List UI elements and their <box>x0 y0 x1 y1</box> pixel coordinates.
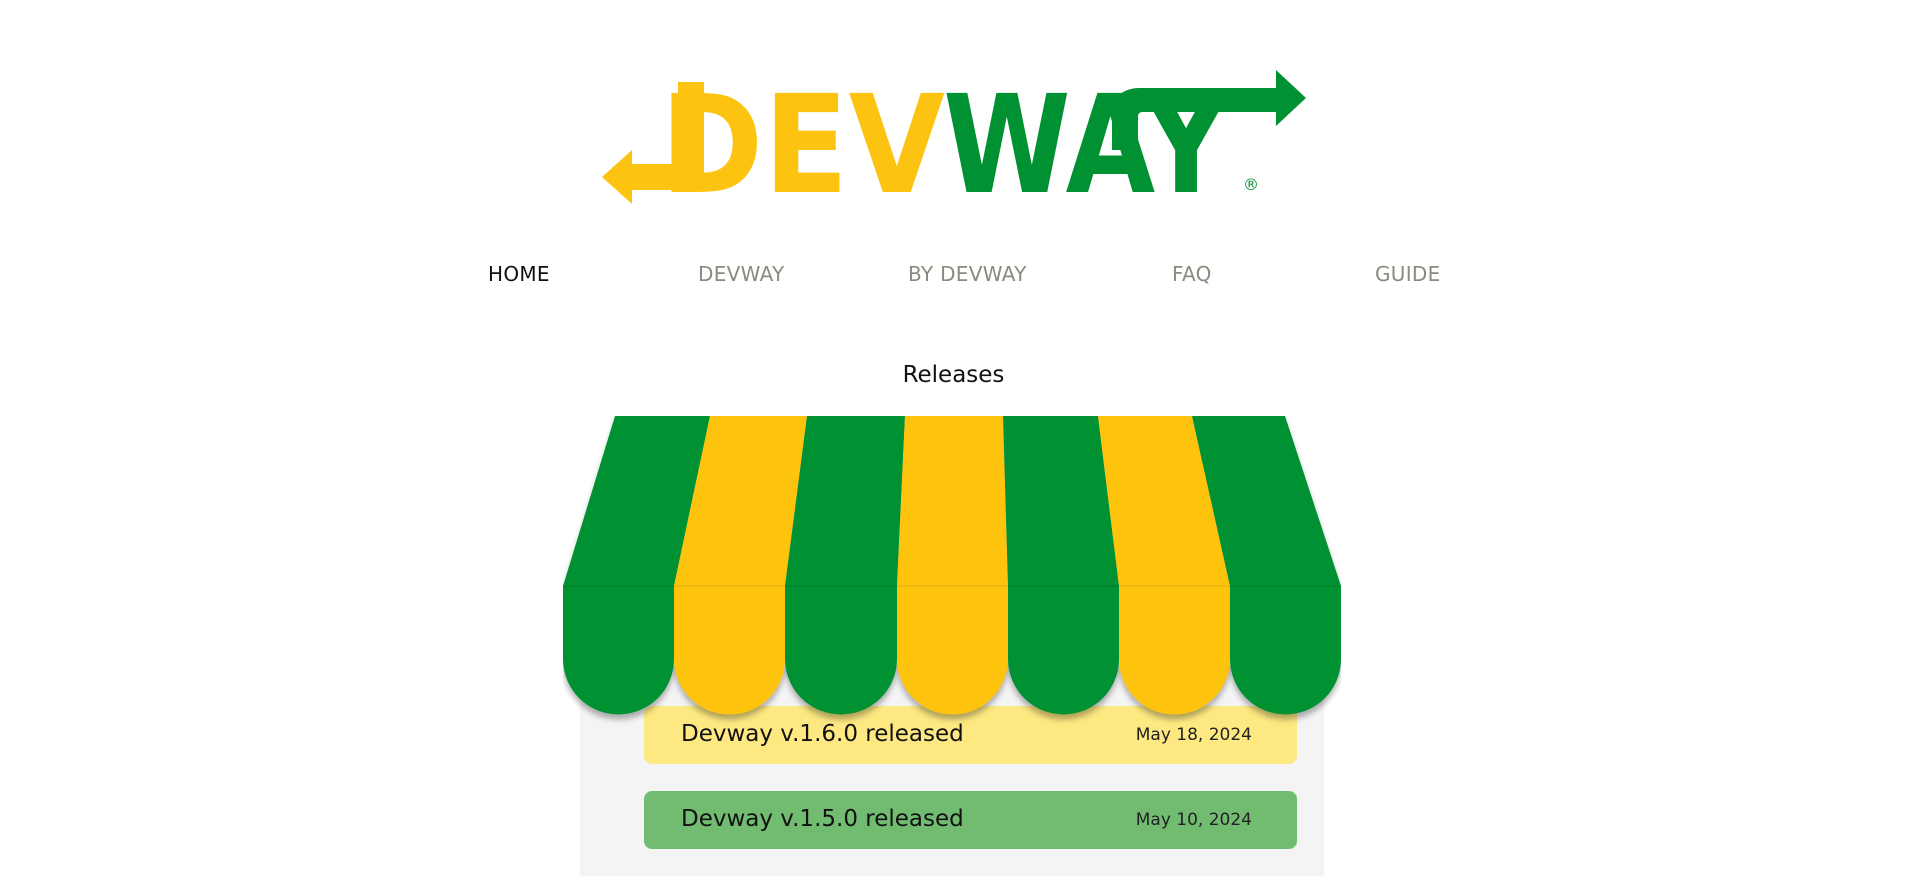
nav-item-home[interactable]: HOME <box>488 262 550 286</box>
nav-item-devway[interactable]: DEVWAY <box>698 262 785 286</box>
awning-scallop <box>674 586 785 715</box>
releases-title: Releases <box>902 362 1005 388</box>
devway-logo[interactable]: DEV WAY ® <box>600 67 1310 225</box>
registered-mark: ® <box>1243 175 1259 194</box>
striped-awning <box>563 416 1341 715</box>
main-nav: HOME DEVWAY BY DEVWAY FAQ GUIDE <box>0 262 1907 296</box>
nav-item-by-devway[interactable]: BY DEVWAY <box>908 262 1027 286</box>
devway-logo-graphic: DEV WAY ® <box>602 67 1306 225</box>
awning-stripe <box>897 416 1008 586</box>
nav-item-faq[interactable]: FAQ <box>1172 262 1212 286</box>
release-date: May 18, 2024 <box>1135 725 1252 745</box>
nav-item-guide[interactable]: GUIDE <box>1375 262 1441 286</box>
awning-scallop <box>897 586 1008 715</box>
awning-scallop <box>1008 586 1119 715</box>
logo-dev-text: DEV <box>660 70 945 205</box>
awning-scallop <box>1230 586 1341 715</box>
release-item[interactable]: Devway v.1.5.0 released May 10, 2024 <box>644 791 1297 849</box>
awning-scallop <box>563 586 674 715</box>
release-title: Devway v.1.5.0 released <box>681 806 964 832</box>
logo-way-text: WAY <box>943 70 1229 205</box>
storefront: Devway v.1.6.0 released May 18, 2024 Dev… <box>563 416 1341 876</box>
awning-scallop <box>785 586 897 715</box>
awning-scallop <box>1119 586 1230 715</box>
release-date: May 10, 2024 <box>1135 810 1252 830</box>
